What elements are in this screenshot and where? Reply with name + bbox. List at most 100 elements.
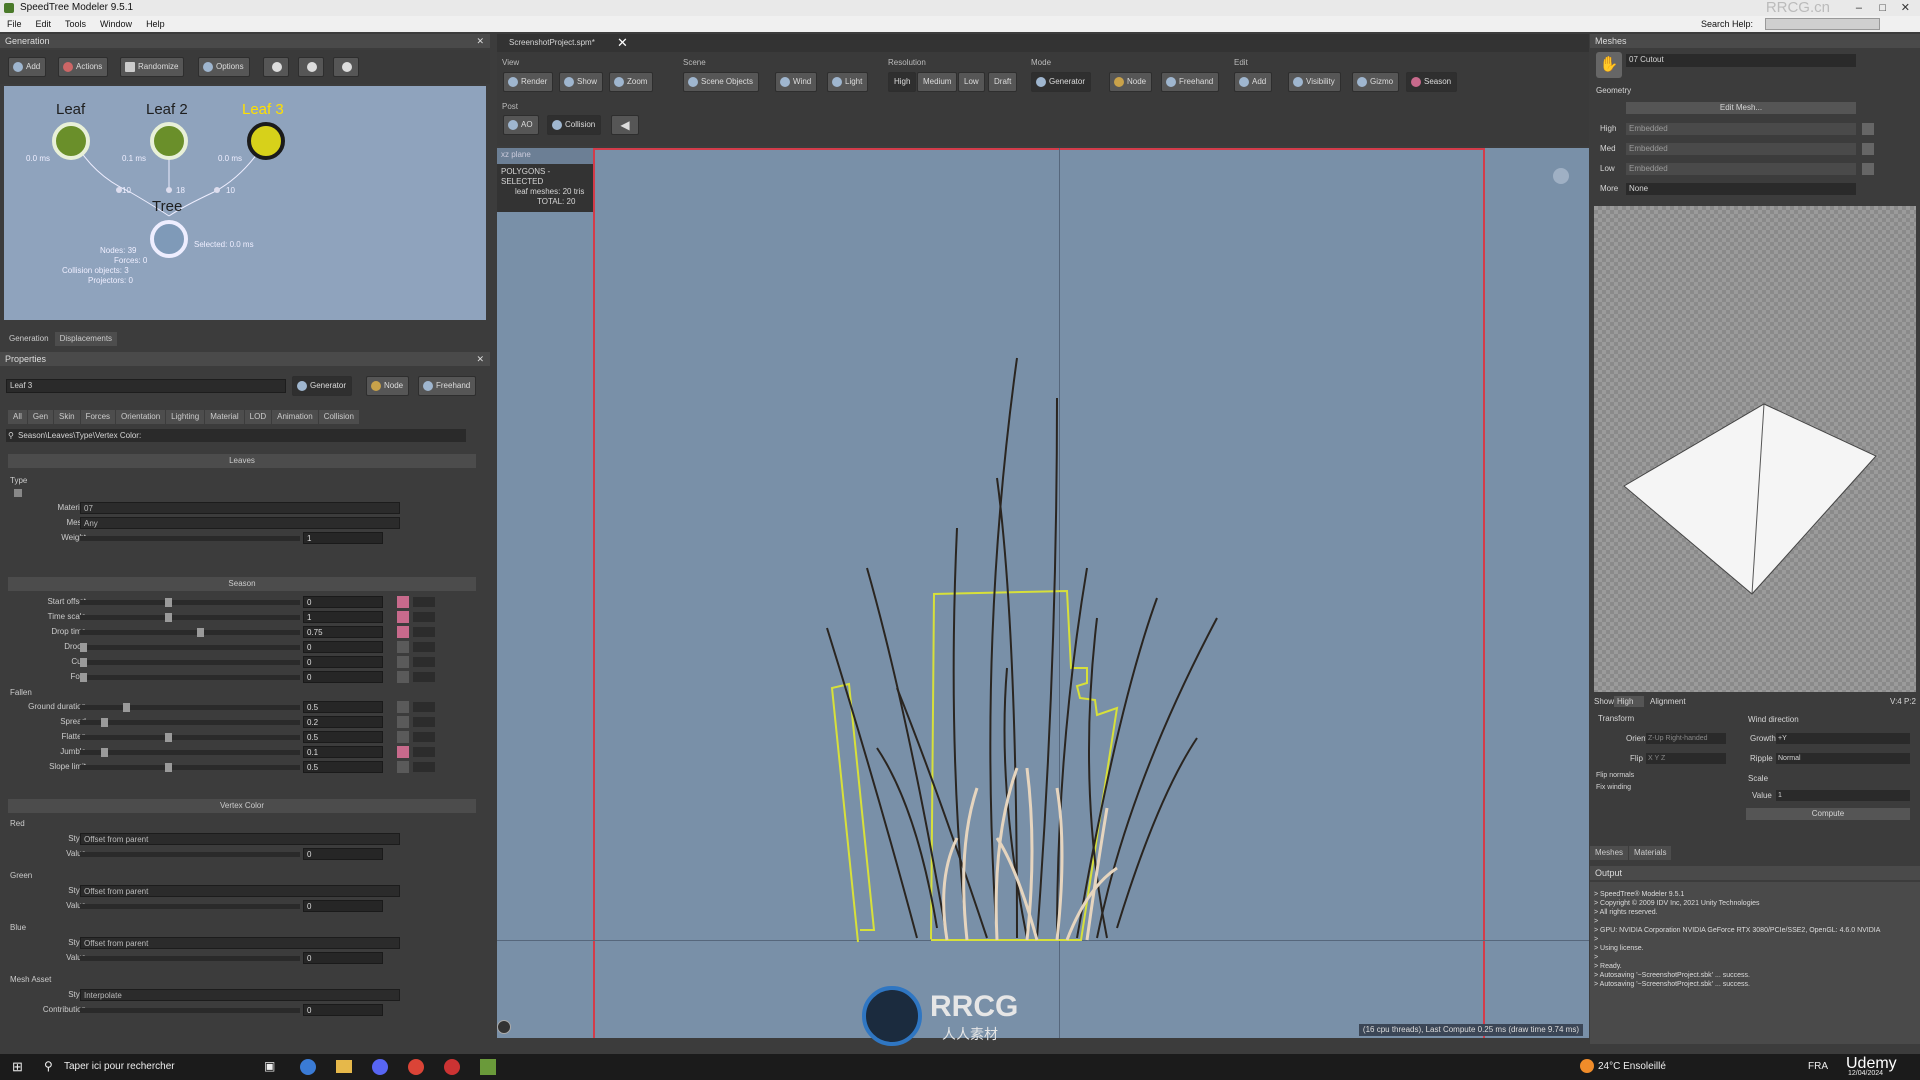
fallen-jumble-input[interactable]: 0.1 xyxy=(303,746,383,758)
season-time-scale-slider[interactable] xyxy=(80,613,300,622)
mesh-preview[interactable] xyxy=(1594,206,1916,692)
maximize-icon[interactable]: □ xyxy=(1879,0,1886,16)
tab-generation[interactable]: Generation xyxy=(4,332,54,346)
fallen-spread-keyframe-button[interactable] xyxy=(397,716,409,728)
viewport-options-icon[interactable] xyxy=(497,1020,511,1034)
vertex-color-green-style-dropdown[interactable]: Offset from parent xyxy=(80,885,400,897)
season-start-offset-keyframe-button[interactable] xyxy=(397,596,409,608)
lod-high-field[interactable]: Embedded xyxy=(1626,123,1856,135)
taskbar-search-input[interactable]: Taper ici pour rechercher xyxy=(64,1061,175,1072)
season-droop-slider[interactable] xyxy=(80,643,300,652)
add-button[interactable]: Add xyxy=(8,57,47,77)
vertex-color-section-header[interactable]: Vertex Color xyxy=(8,799,476,813)
season-start-offset-input[interactable]: 0 xyxy=(303,596,383,608)
mesh-asset-style-dropdown[interactable]: Interpolate xyxy=(80,989,400,1001)
visibility-button[interactable]: Visibility xyxy=(1288,72,1341,92)
season-drop-time-slider-knob[interactable] xyxy=(197,628,205,637)
season-time-scale-input[interactable]: 1 xyxy=(303,611,383,623)
recorder-icon[interactable] xyxy=(444,1059,460,1075)
vertex-color-blue-slider[interactable] xyxy=(80,956,300,961)
fallen-ground-duration-curve-swatch[interactable] xyxy=(413,702,435,712)
season-time-scale-curve-swatch[interactable] xyxy=(413,612,435,622)
fallen-flatten-curve-swatch[interactable] xyxy=(413,732,435,742)
fallen-slope-limit-keyframe-button[interactable] xyxy=(397,761,409,773)
fallen-ground-duration-slider[interactable] xyxy=(80,703,300,712)
fallen-jumble-keyframe-button[interactable] xyxy=(397,746,409,758)
mesh-dropdown[interactable]: Any xyxy=(80,517,400,529)
resolution-low-button[interactable]: Low xyxy=(958,72,985,92)
3d-viewport[interactable]: xz plane POLYGONS - SELECTED leaf meshes… xyxy=(497,148,1589,1038)
leaves-section-header[interactable]: Leaves xyxy=(8,454,476,468)
view-cube-icon[interactable] xyxy=(1553,168,1569,184)
flip-normals-checkbox[interactable]: Flip normals xyxy=(1596,772,1634,779)
fallen-ground-duration-keyframe-button[interactable] xyxy=(397,701,409,713)
fallen-slope-limit-input[interactable]: 0.5 xyxy=(303,761,383,773)
orient-dropdown[interactable]: Z-Up Right-handed xyxy=(1646,733,1726,744)
project-tab[interactable]: ScreenshotProject.spm* xyxy=(509,38,595,47)
close-icon[interactable]: ✕ xyxy=(476,352,484,366)
lod-low-field[interactable]: Embedded xyxy=(1626,163,1856,175)
season-drop-time-input[interactable]: 0.75 xyxy=(303,626,383,638)
weight-input[interactable]: 1 xyxy=(303,532,383,544)
lod-low-browse-button[interactable] xyxy=(1862,163,1874,175)
season-curl-slider[interactable] xyxy=(80,658,300,667)
ao-button[interactable]: AO xyxy=(503,115,539,135)
tab-all[interactable]: All xyxy=(8,410,27,424)
gizmo-button[interactable]: Gizmo xyxy=(1352,72,1400,92)
tree-node[interactable] xyxy=(150,220,188,258)
season-drop-time-slider[interactable] xyxy=(80,628,300,637)
tab-lighting[interactable]: Lighting xyxy=(166,410,205,424)
lod-med-field[interactable]: Embedded xyxy=(1626,143,1856,155)
season-droop-curve-swatch[interactable] xyxy=(413,642,435,652)
close-tab-icon[interactable]: ✕ xyxy=(617,35,628,51)
show-button[interactable]: Show xyxy=(559,72,604,92)
mode-node-button[interactable]: Node xyxy=(366,376,410,396)
folder-icon[interactable] xyxy=(336,1060,352,1073)
season-curl-keyframe-button[interactable] xyxy=(397,656,409,668)
season-droop-keyframe-button[interactable] xyxy=(397,641,409,653)
vertex-color-red-style-dropdown[interactable]: Offset from parent xyxy=(80,833,400,845)
randomize-button[interactable]: Randomize xyxy=(120,57,185,77)
season-start-offset-slider-knob[interactable] xyxy=(165,598,173,607)
menu-edit[interactable]: Edit xyxy=(29,16,59,32)
fallen-flatten-keyframe-button[interactable] xyxy=(397,731,409,743)
paint-tool-button[interactable] xyxy=(298,57,324,77)
season-fold-slider-knob[interactable] xyxy=(80,673,87,682)
chrome-icon[interactable] xyxy=(408,1059,424,1075)
minimize-icon[interactable]: – xyxy=(1856,0,1862,16)
fallen-jumble-slider-knob[interactable] xyxy=(101,748,109,757)
light-button[interactable]: Light xyxy=(827,72,869,92)
lod-high-browse-button[interactable] xyxy=(1862,123,1874,135)
season-droop-input[interactable]: 0 xyxy=(303,641,383,653)
material-dropdown[interactable]: 07 xyxy=(80,502,400,514)
menu-window[interactable]: Window xyxy=(93,16,139,32)
hand-icon[interactable]: ✋ xyxy=(1596,52,1622,78)
zoom-button[interactable]: Zoom xyxy=(609,72,654,92)
tab-material[interactable]: Material xyxy=(205,410,244,424)
mode-freehand-toolbar-button[interactable]: Freehand xyxy=(1161,72,1220,92)
season-fold-input[interactable]: 0 xyxy=(303,671,383,683)
resolution-medium-button[interactable]: Medium xyxy=(917,72,958,92)
fallen-spread-input[interactable]: 0.2 xyxy=(303,716,383,728)
tab-skin[interactable]: Skin xyxy=(54,410,80,424)
vertex-color-blue-input[interactable]: 0 xyxy=(303,952,383,964)
tab-gen[interactable]: Gen xyxy=(27,410,54,424)
fallen-slope-limit-slider[interactable] xyxy=(80,763,300,772)
close-icon[interactable]: ✕ xyxy=(476,34,484,48)
fallen-jumble-curve-swatch[interactable] xyxy=(413,747,435,757)
menu-file[interactable]: File xyxy=(0,16,29,32)
wind-button[interactable]: Wind xyxy=(775,72,818,92)
actions-button[interactable]: Actions xyxy=(58,57,109,77)
vertex-color-green-slider[interactable] xyxy=(80,904,300,909)
fix-winding-checkbox[interactable]: Fix winding xyxy=(1596,784,1631,791)
tab-lod[interactable]: LOD xyxy=(244,410,272,424)
mode-freehand-button[interactable]: Freehand xyxy=(418,376,477,396)
edge-icon[interactable] xyxy=(300,1059,316,1075)
vertex-color-green-input[interactable]: 0 xyxy=(303,900,383,912)
mode-generator-button[interactable]: Generator xyxy=(292,376,353,396)
fallen-spread-slider[interactable] xyxy=(80,718,300,727)
more-dropdown[interactable]: None xyxy=(1626,183,1856,195)
clock-date[interactable]: 12/04/2024 xyxy=(1848,1070,1883,1077)
growth-dropdown[interactable]: +Y xyxy=(1776,733,1910,744)
back-arrow-button[interactable]: ◀ xyxy=(611,115,639,135)
